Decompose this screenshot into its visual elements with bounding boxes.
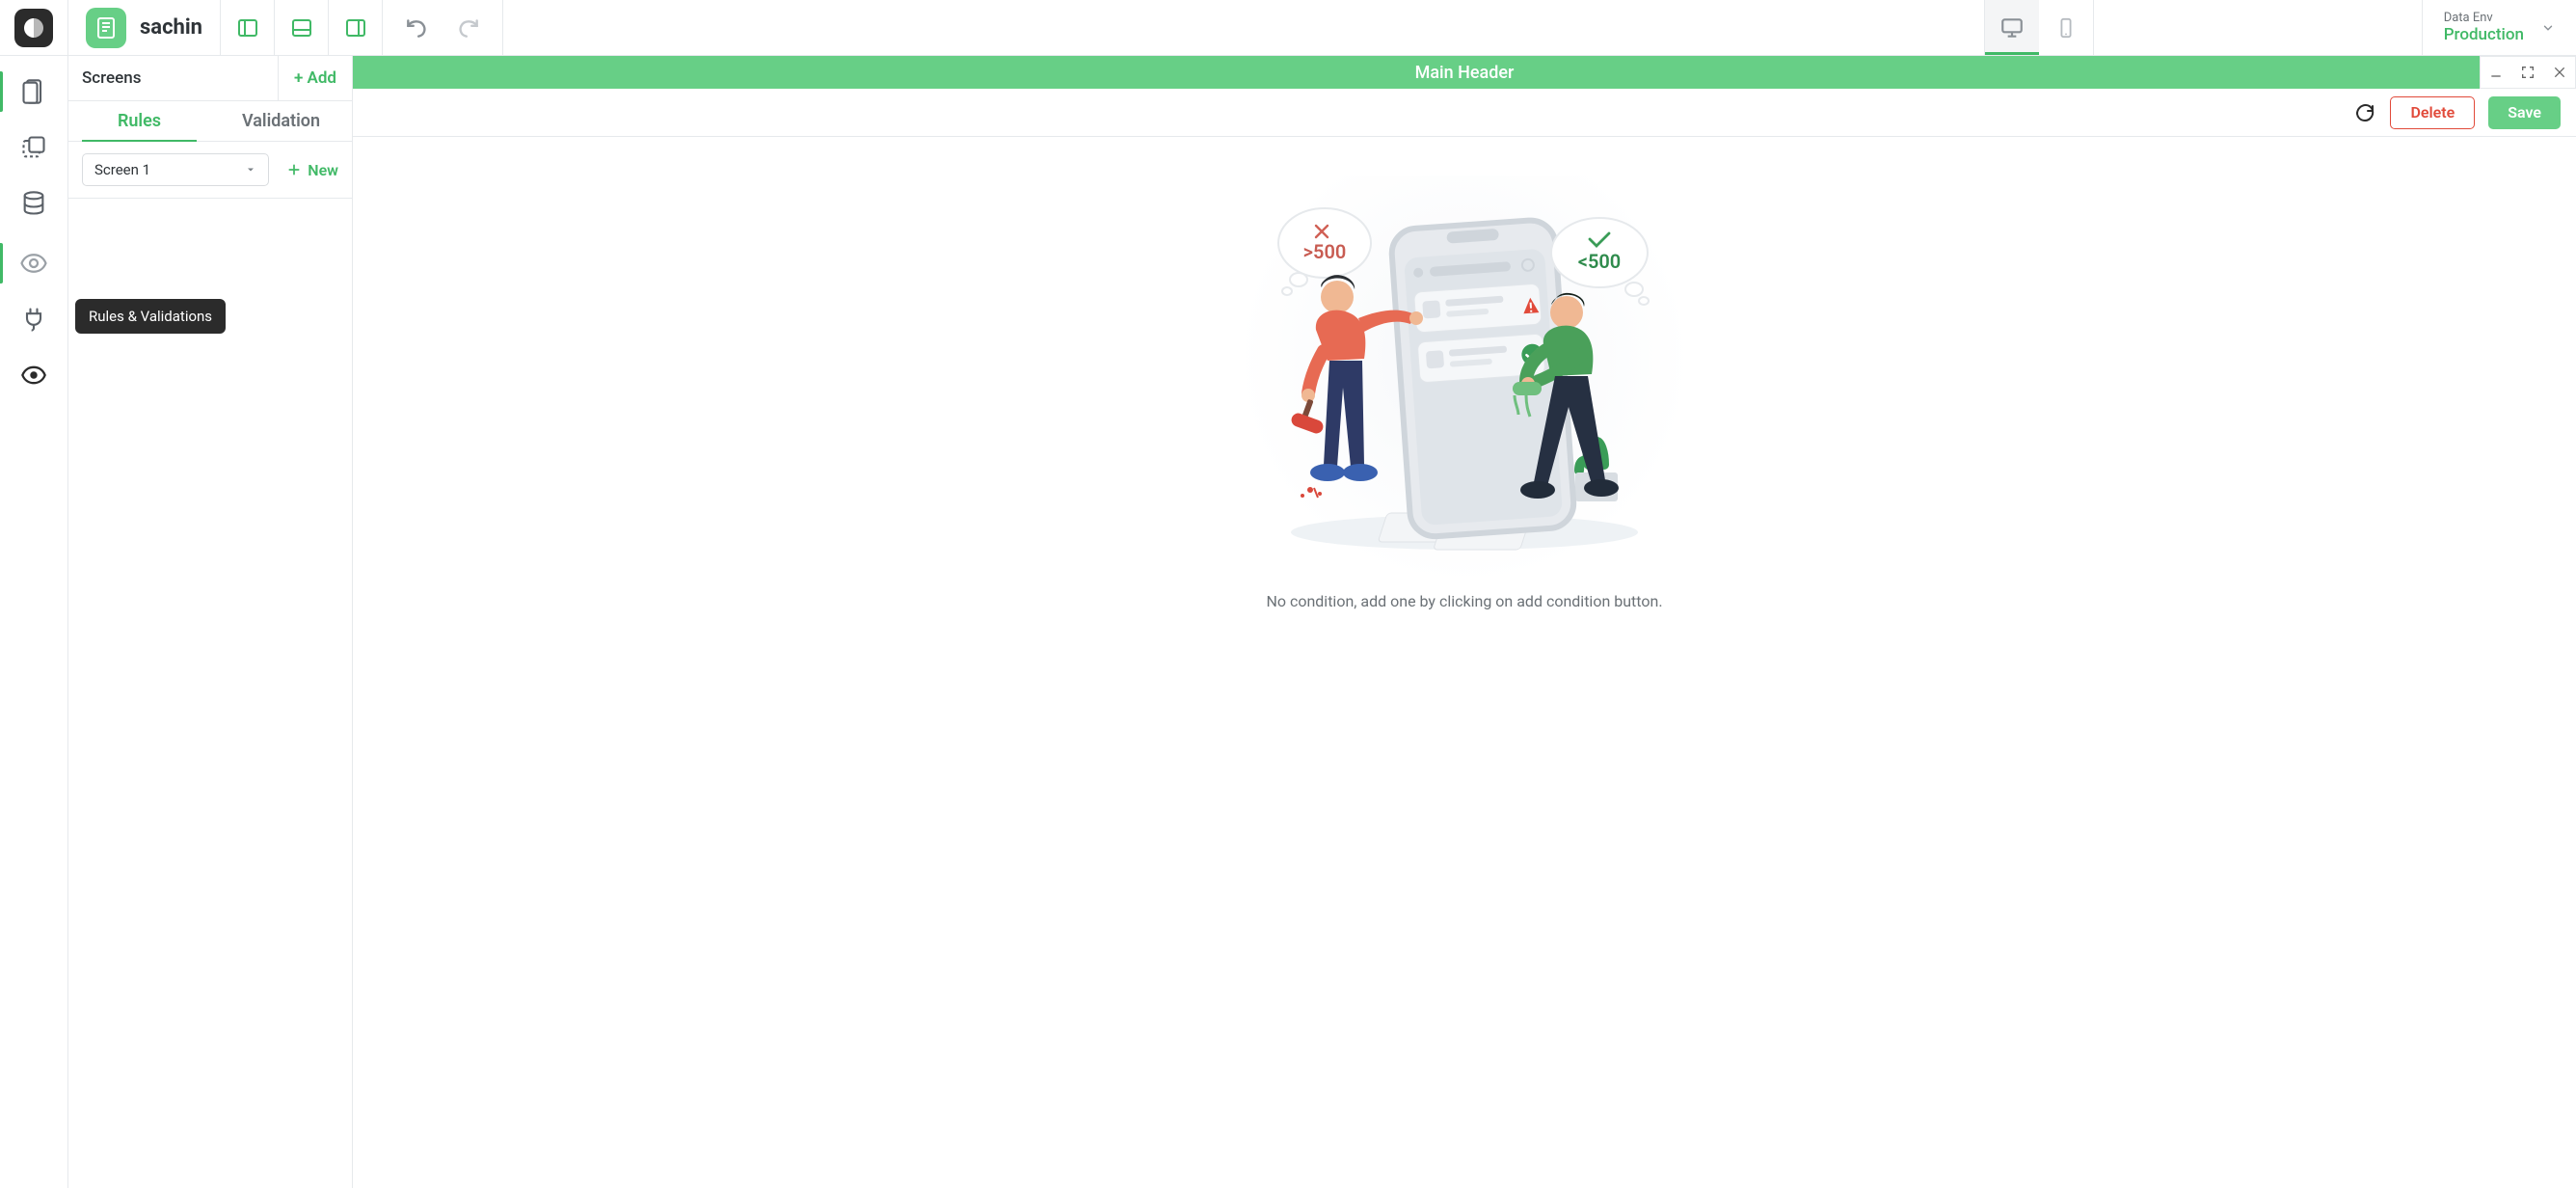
minimize-button[interactable] [2488, 65, 2504, 80]
expand-icon [2520, 65, 2536, 80]
env-value: Production [2444, 25, 2524, 44]
chevron-down-icon [2541, 21, 2555, 35]
plus-icon [286, 162, 302, 177]
delete-label: Delete [2410, 103, 2455, 122]
bubble-right-text: <500 [1578, 250, 1621, 273]
tab-validation[interactable]: Validation [210, 101, 352, 141]
app-logo[interactable] [14, 9, 53, 47]
layout-bottom-panel-toggle[interactable] [275, 0, 329, 55]
panel-header-title: Screens [68, 56, 278, 100]
expand-button[interactable] [2520, 65, 2536, 80]
main-header-label: Main Header [1415, 63, 1515, 83]
close-button[interactable] [2552, 65, 2567, 80]
leaf-icon [23, 17, 44, 39]
layout-right-panel-toggle[interactable] [329, 0, 383, 55]
new-rule-button[interactable]: New [286, 161, 338, 179]
project-title: sachin [140, 15, 202, 40]
undo-button[interactable] [404, 15, 429, 40]
nav-rail: Rules & Validations [0, 56, 68, 1188]
empty-state-text: No condition, add one by clicking on add… [1266, 592, 1662, 610]
rail-preview[interactable] [0, 347, 67, 403]
undo-icon [404, 15, 429, 40]
close-icon [2552, 65, 2567, 80]
rail-tooltip: Rules & Validations [75, 299, 226, 334]
env-label: Data Env [2444, 11, 2524, 26]
minimize-icon [2488, 65, 2504, 80]
history-cell [383, 0, 503, 55]
refresh-button[interactable] [2353, 101, 2376, 124]
topbar-spacer [503, 0, 1984, 55]
save-button[interactable]: Save [2488, 96, 2561, 129]
save-label: Save [2508, 103, 2541, 122]
refresh-icon [2353, 101, 2376, 124]
device-desktop-button[interactable] [1985, 0, 2039, 55]
new-rule-label: New [308, 161, 338, 179]
rail-integrations[interactable] [0, 291, 67, 347]
canvas: Main Header Delete Save [353, 56, 2576, 1188]
screen-select[interactable]: Screen 1 [82, 153, 269, 186]
mobile-icon [2055, 15, 2077, 40]
rail-screens[interactable] [0, 64, 67, 120]
topbar-gap [2094, 0, 2422, 55]
rail-components[interactable] [0, 120, 67, 176]
plug-icon [20, 306, 47, 333]
window-controls [2480, 56, 2576, 89]
eye-outline-icon [19, 249, 48, 278]
device-mobile-button[interactable] [2039, 0, 2093, 55]
app-logo-cell [0, 0, 68, 55]
database-icon [20, 190, 47, 217]
layout-left-icon [236, 16, 259, 40]
layout-bottom-icon [290, 16, 313, 40]
add-screen-button[interactable]: + Add [278, 56, 352, 100]
components-icon [20, 134, 47, 161]
eye-icon [20, 362, 47, 389]
layout-left-panel-toggle[interactable] [221, 0, 275, 55]
page-icon [94, 16, 118, 40]
panel-tabs: Rules Validation [68, 101, 352, 142]
screens-icon [20, 78, 47, 105]
layout-right-icon [344, 16, 367, 40]
empty-state: >500 <500 [353, 137, 2576, 1188]
env-text: Data Env Production [2444, 11, 2524, 45]
caret-down-icon [245, 164, 256, 176]
project-icon [86, 8, 126, 48]
tab-rules[interactable]: Rules [68, 101, 210, 141]
topbar: sachin Data Env Production [0, 0, 2576, 56]
panel-header: Screens + Add [68, 56, 352, 101]
delete-button[interactable]: Delete [2390, 96, 2475, 129]
illustration: >500 <500 [1243, 176, 1686, 580]
bubble-left-text: >500 [1303, 240, 1347, 263]
project-cell: sachin [68, 0, 221, 55]
canvas-toolbar: Delete Save [353, 89, 2576, 137]
main-header-bar[interactable]: Main Header [353, 56, 2576, 89]
rail-rules-validations[interactable] [0, 235, 67, 291]
redo-icon [456, 15, 481, 40]
redo-button[interactable] [456, 15, 481, 40]
filter-row: Screen 1 New [68, 142, 352, 199]
left-panel: Screens + Add Rules Validation Screen 1 … [68, 56, 353, 1188]
device-cell [1984, 0, 2094, 55]
desktop-icon [1999, 15, 2025, 40]
rail-data[interactable] [0, 176, 67, 231]
env-cell[interactable]: Data Env Production [2422, 0, 2576, 55]
screen-select-value: Screen 1 [94, 161, 150, 178]
app-body: Rules & Validations Screens + Add Rules … [0, 56, 2576, 1188]
illustration-svg: >500 <500 [1243, 176, 1686, 580]
